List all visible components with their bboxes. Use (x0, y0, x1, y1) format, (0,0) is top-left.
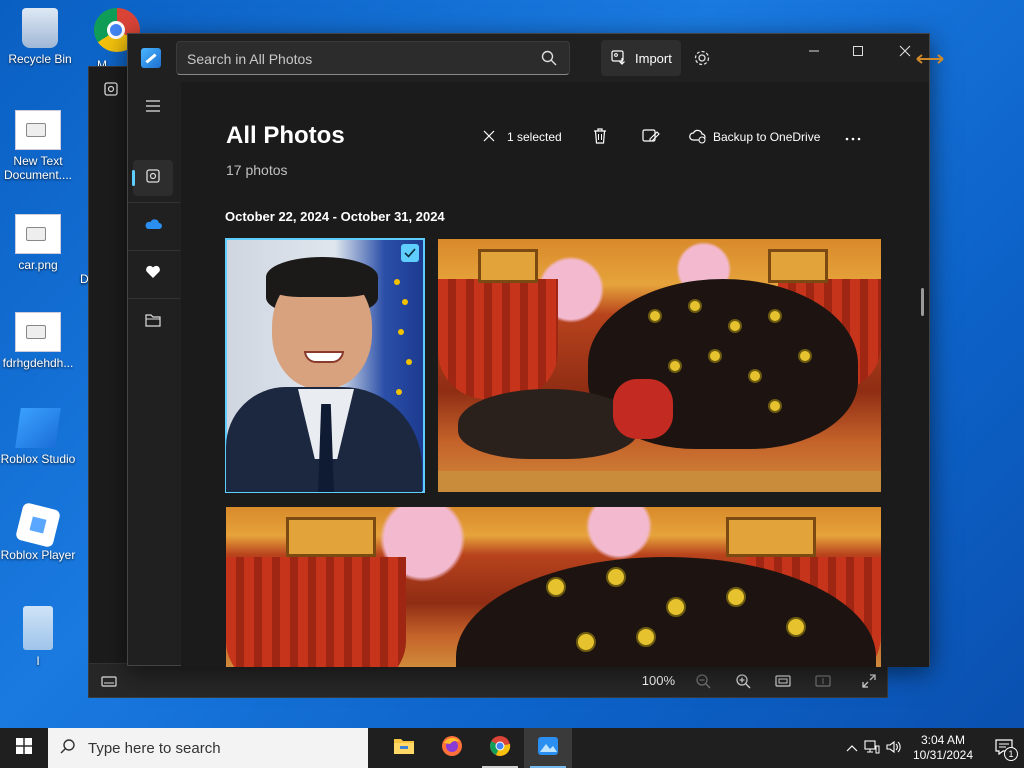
nav-onedrive[interactable] (133, 208, 173, 244)
nav-folders[interactable] (133, 304, 173, 340)
photo-thumbnail-portrait[interactable] (225, 238, 425, 493)
zoom-level: 100% (641, 673, 675, 688)
background-window-nav (89, 67, 131, 697)
notification-badge: 1 (1004, 747, 1018, 761)
zoom-in-icon[interactable] (735, 673, 751, 689)
desktop-icon-label: car.png (18, 258, 58, 272)
start-button[interactable] (0, 728, 48, 768)
desktop-icon-recycle-bin[interactable]: Recycle Bin (2, 8, 78, 66)
backup-label: Backup to OneDrive (713, 130, 821, 144)
cloud-sync-icon (689, 128, 707, 147)
photos-icon (537, 736, 559, 761)
more-icon (845, 130, 861, 144)
gallery-icon[interactable] (103, 81, 119, 102)
titlebar: Import (128, 34, 944, 82)
search-icon[interactable] (541, 50, 557, 66)
desktop-icon-fdrhgdehdh[interactable]: fdrhgdehdh... (0, 312, 76, 370)
volume-icon[interactable] (886, 740, 902, 757)
nav-favorites[interactable] (133, 256, 173, 292)
recycle-bin-icon (22, 8, 58, 48)
network-icon[interactable] (864, 739, 880, 757)
roblox-studio-icon (15, 408, 61, 448)
full-screen-icon[interactable] (861, 673, 877, 689)
edit-button[interactable] (642, 126, 660, 148)
filmstrip-icon[interactable] (101, 673, 117, 689)
desktop-icon-document[interactable]: I (0, 606, 76, 668)
gallery-icon (145, 168, 161, 189)
chrome-icon (489, 735, 511, 762)
taskbar-firefox[interactable] (428, 728, 476, 768)
desktop-icon-label: Roblox Studio (0, 452, 76, 466)
favorites-icon (145, 265, 161, 284)
desktop-icon-label: Recycle Bin (8, 52, 72, 66)
taskbar-search-placeholder: Type here to search (88, 739, 221, 757)
background-window-statusbar: 100% (89, 663, 887, 697)
desktop-icon-roblox-studio[interactable]: Roblox Studio (0, 408, 76, 466)
more-options-button[interactable] (845, 126, 861, 148)
gear-icon[interactable] (693, 49, 711, 67)
search-input[interactable] (187, 48, 527, 70)
desktop-icon-roblox-player[interactable]: Roblox Player (0, 501, 76, 562)
taskbar-file-explorer[interactable] (380, 728, 428, 768)
document-icon (23, 606, 53, 650)
photos-window: Import (127, 33, 944, 667)
notification-center-button[interactable]: 1 (984, 728, 1024, 768)
firefox-icon (441, 735, 463, 762)
nav-rail (128, 82, 180, 667)
taskbar-search-box[interactable]: Type here to search (48, 728, 368, 768)
actual-size-icon[interactable] (815, 673, 831, 689)
taskbar-photos[interactable] (524, 728, 572, 768)
file-explorer-icon (393, 737, 415, 760)
text-document-icon (15, 110, 61, 150)
desktop-icon-label: New Text Document.... (3, 154, 73, 182)
clock-time: 3:04 AM (920, 733, 966, 747)
import-icon (611, 49, 627, 68)
chevron-up-icon[interactable] (846, 741, 858, 755)
import-button[interactable]: Import (601, 40, 681, 76)
photo-thumbnail-ornate-art[interactable] (226, 507, 881, 667)
image-file-icon (15, 312, 61, 352)
resize-cursor-icon (915, 52, 945, 66)
taskbar: Type here to search 3:04 AM 10/31/2024 1 (0, 728, 1024, 768)
backup-onedrive-button[interactable]: Backup to OneDrive (689, 126, 820, 148)
gallery-content: All Photos 17 photos 1 selected Backup t… (181, 82, 929, 667)
edit-image-icon (642, 128, 660, 147)
taskbar-chrome[interactable] (476, 728, 524, 768)
zoom-out-icon[interactable] (695, 673, 711, 689)
fit-to-window-icon[interactable] (775, 673, 791, 689)
desktop-icon-car-png[interactable]: car.png (0, 214, 76, 272)
onedrive-icon (144, 217, 162, 235)
windows-logo-icon (16, 737, 32, 759)
photo-count: 17 photos (226, 162, 288, 178)
page-title: All Photos (226, 122, 345, 149)
trash-icon (593, 127, 607, 147)
desktop-icon-label: Roblox Player (0, 548, 76, 562)
photo-thumbnail-ornate-art[interactable] (438, 239, 881, 492)
photos-app-icon (141, 48, 161, 68)
selected-checkbox[interactable] (401, 244, 419, 262)
maximize-button[interactable] (843, 42, 873, 60)
clear-selection-button[interactable]: 1 selected (483, 126, 562, 148)
desktop-icon-label: fdrhgdehdh... (2, 356, 74, 370)
search-box[interactable] (176, 41, 570, 75)
desktop-icon-label: I (36, 654, 40, 668)
minimize-button[interactable] (799, 42, 829, 60)
scrollbar-thumb[interactable] (921, 288, 924, 316)
desktop-icon-new-text-document[interactable]: New Text Document.... (0, 110, 76, 182)
date-range-header: October 22, 2024 - October 31, 2024 (225, 209, 445, 224)
roblox-player-icon (14, 501, 62, 549)
search-icon (60, 738, 76, 758)
selection-count: 1 selected (507, 130, 562, 144)
nav-gallery[interactable] (132, 160, 173, 196)
clock[interactable]: 3:04 AM 10/31/2024 (908, 733, 978, 763)
delete-button[interactable] (593, 126, 607, 148)
folders-icon (145, 313, 161, 332)
menu-icon[interactable] (133, 88, 173, 124)
close-icon (483, 130, 495, 145)
system-tray: 3:04 AM 10/31/2024 1 (846, 728, 1024, 768)
clock-date: 10/31/2024 (912, 748, 974, 762)
import-label: Import (635, 50, 672, 66)
image-file-icon (15, 214, 61, 254)
